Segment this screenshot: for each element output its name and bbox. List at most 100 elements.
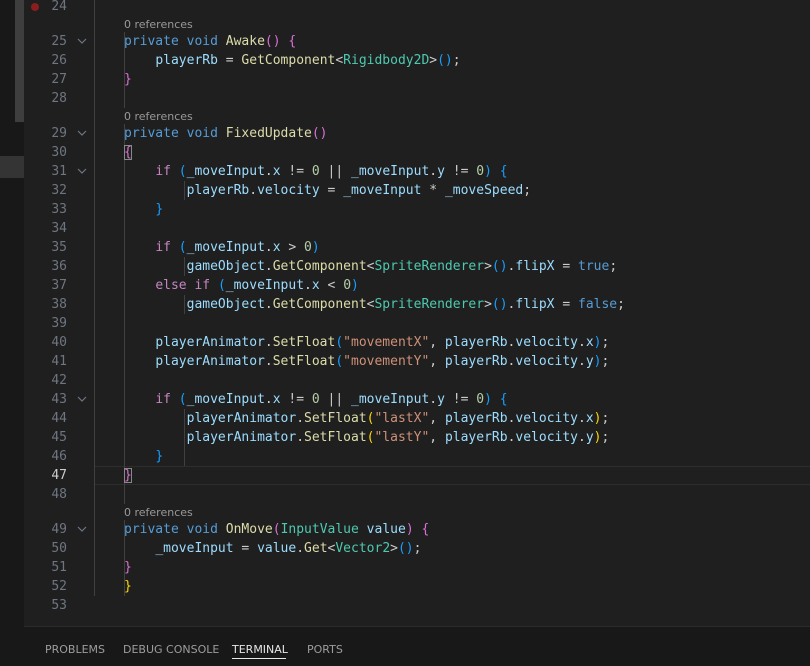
code-token: _moveInput (155, 541, 234, 556)
code-token: void (186, 522, 218, 537)
code-token: < (319, 278, 344, 293)
code-token: ; (413, 541, 422, 556)
code-token: SetFloat (304, 411, 367, 426)
code-token: SpriteRenderer (374, 297, 485, 312)
tab-terminal[interactable]: TERMINAL (232, 643, 288, 657)
line-number: 41 (51, 354, 67, 369)
code-token: playerAnimator (186, 430, 297, 445)
code-token: { (421, 522, 430, 537)
code-line: if (_moveInput.x != 0 || _moveInput.y !=… (124, 390, 508, 409)
code-line: playerAnimator.SetFloat("lastX", playerR… (124, 409, 610, 428)
code-token: playerRb (186, 183, 250, 198)
code-token: x (585, 335, 594, 350)
code-token: ( (335, 354, 344, 369)
code-token: ; (452, 53, 461, 68)
code-token: playerAnimator (186, 411, 297, 426)
code-token: } (124, 468, 132, 483)
code-token: _moveInput (351, 392, 430, 407)
code-token: SetFloat (304, 430, 367, 445)
line-number: 42 (51, 373, 67, 388)
chevron-down-icon[interactable] (76, 520, 88, 539)
code-token: () (311, 126, 328, 141)
code-line: } (124, 577, 132, 596)
code-token: * (421, 183, 445, 198)
code-token: GetComponent (272, 297, 367, 312)
line-number: 31 (51, 164, 67, 179)
code-token: SpriteRenderer (374, 259, 485, 274)
code-line: gameObject.GetComponent<SpriteRenderer>(… (124, 295, 625, 314)
code-token: Awake (225, 34, 265, 49)
tab-problems[interactable]: PROBLEMS (45, 643, 105, 657)
code-token: x (272, 164, 281, 179)
code-token: } (124, 72, 132, 87)
line-number: 32 (51, 183, 67, 198)
code-token: != (280, 392, 312, 407)
chevron-down-icon[interactable] (76, 124, 88, 143)
code-token: . (429, 164, 438, 179)
active-tab-underline (232, 658, 286, 659)
code-token: _moveInput (225, 278, 305, 293)
tab-ports[interactable]: PORTS (307, 643, 343, 657)
code-token: } (155, 449, 164, 464)
references-codelens[interactable]: 0 references (124, 18, 193, 32)
line-number: 26 (51, 53, 67, 68)
code-token: playerAnimator (155, 335, 265, 350)
line-number: 40 (51, 335, 67, 350)
editor-scrollbar-thumb[interactable] (15, 0, 24, 122)
line-number: 28 (51, 91, 67, 106)
tab-debug-console[interactable]: DEBUG CONSOLE (123, 643, 219, 657)
code-token: "lastX" (374, 411, 430, 426)
code-token: } (124, 579, 132, 594)
code-token: . (264, 392, 273, 407)
chevron-down-icon[interactable] (76, 390, 88, 409)
line-number: 43 (51, 392, 67, 407)
code-token: { (499, 392, 508, 407)
code-token: _moveSpeed (444, 183, 524, 198)
line-number: 52 (51, 579, 67, 594)
line-number: 37 (51, 278, 67, 293)
code-token: ) (311, 240, 320, 255)
code-token: ) (351, 278, 359, 293)
code-editor[interactable]: 24 25 26 27 28 29 30 31 32 33 34 35 36 37 38 39 40 41 42 43… (24, 0, 810, 626)
line-number: 49 (51, 522, 67, 537)
references-codelens[interactable]: 0 references (124, 506, 193, 520)
code-token: . (264, 297, 273, 312)
code-token: 0 (476, 392, 485, 407)
activity-strip (0, 0, 24, 666)
code-token: _moveInput (186, 240, 265, 255)
code-token: , (429, 411, 445, 426)
code-token: . (264, 259, 273, 274)
code-token: playerRb (444, 335, 508, 350)
code-token: _moveInput (351, 164, 430, 179)
references-codelens[interactable]: 0 references (124, 110, 193, 124)
line-number: 50 (51, 541, 67, 556)
code-token: () (264, 34, 281, 49)
chevron-down-icon[interactable] (76, 162, 88, 181)
chevron-down-icon[interactable] (76, 32, 88, 51)
line-number: 27 (51, 72, 67, 87)
code-token: playerRb (444, 411, 508, 426)
line-number: 51 (51, 560, 67, 575)
code-token: x (272, 240, 281, 255)
code-token: else (155, 278, 187, 293)
code-token: } (124, 560, 132, 575)
code-token: > (280, 240, 305, 255)
code-line: playerAnimator.SetFloat("movementX", pla… (124, 333, 609, 352)
code-token: flipX (515, 297, 555, 312)
code-token: 0 (304, 240, 312, 255)
code-token: velocity (515, 430, 579, 445)
code-token: ( (178, 240, 187, 255)
code-token: . (578, 411, 586, 426)
